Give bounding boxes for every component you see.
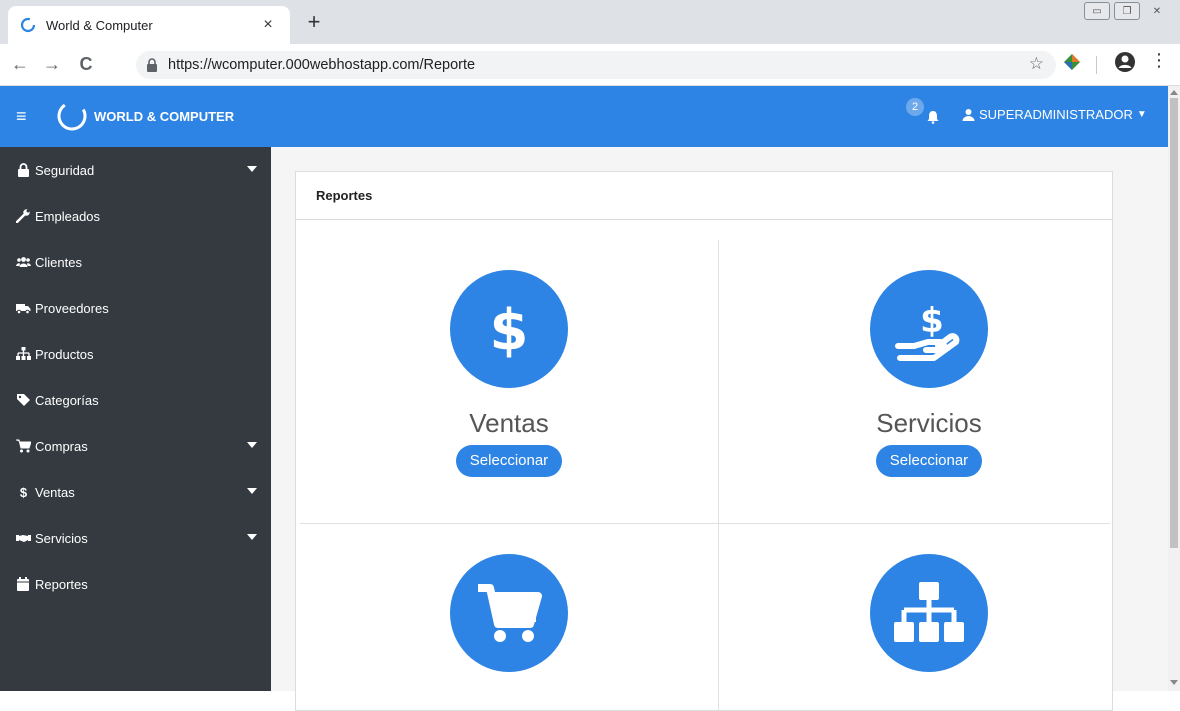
dollar-icon: $	[450, 270, 568, 388]
extension-icon[interactable]	[1062, 52, 1082, 72]
sidebar-item-label: Ventas	[35, 484, 75, 500]
sidebar-item-label: Seguridad	[35, 162, 95, 178]
scroll-up-icon[interactable]	[1170, 90, 1178, 95]
sidebar-item-clientes[interactable]: Clientes	[0, 239, 271, 285]
site-favicon-icon	[20, 17, 36, 33]
chevron-down-icon: ▼	[1136, 109, 1147, 120]
new-tab-button[interactable]: +	[302, 10, 326, 34]
tab-close-icon[interactable]: ×	[258, 16, 278, 34]
chevron-down-icon	[247, 442, 257, 448]
svg-text:$: $	[920, 301, 944, 341]
report-tile-servicios: $ Servicios Seleccionar	[720, 270, 1138, 477]
tile-title: Ventas	[469, 408, 549, 438]
chevron-down-icon	[247, 534, 257, 540]
user-name: SUPERADMINISTRADOR	[979, 107, 1133, 122]
report-tile-compras	[300, 554, 718, 672]
sidebar-item-label: Clientes	[35, 254, 82, 270]
sidebar-item-label: Reportes	[35, 576, 88, 592]
sidebar-item-label: Empleados	[35, 208, 101, 224]
close-window-icon[interactable]: ✕	[1144, 2, 1170, 20]
dollar-icon: $	[19, 484, 28, 500]
main-content: Reportes $ Ventas Seleccionar $ Servicio…	[271, 147, 1168, 711]
sidebar-item-proveedores[interactable]: Proveedores	[0, 285, 271, 331]
user-dropdown[interactable]: SUPERADMINISTRADOR ▼	[962, 107, 1147, 122]
sidebar-item-label: Categorías	[35, 392, 99, 408]
tile-title: Servicios	[876, 408, 982, 438]
lock-icon	[18, 163, 29, 177]
reload-button[interactable]: C	[74, 52, 98, 76]
brand-name[interactable]: WORLD & COMPUTER	[94, 109, 234, 124]
sidebar-item-compras[interactable]: Compras	[0, 423, 271, 469]
tag-icon	[17, 394, 30, 406]
chevron-down-icon	[247, 166, 257, 172]
truck-icon	[16, 304, 31, 315]
brand-logo-icon	[57, 101, 87, 131]
sidebar-item-ventas[interactable]: $ Ventas	[0, 469, 271, 515]
bell-icon	[927, 111, 939, 124]
sitemap-icon	[16, 347, 31, 360]
sitemap-icon	[870, 554, 988, 672]
sidebar-item-label: Compras	[35, 438, 88, 454]
chevron-down-icon	[247, 488, 257, 494]
hand-dollar-icon: $	[870, 270, 988, 388]
minimize-icon[interactable]: ▭	[1084, 2, 1110, 20]
bookmark-star-icon[interactable]: ☆	[1029, 54, 1044, 74]
sidebar-item-reportes[interactable]: Reportes	[0, 561, 271, 607]
tab-title: World & Computer	[46, 17, 153, 33]
url-text: https://wcomputer.000webhostapp.com/Repo…	[168, 57, 476, 73]
browser-menu-icon[interactable]: ⋮	[1150, 50, 1168, 71]
sidebar-item-label: Productos	[35, 346, 94, 362]
sidebar-item-empleados[interactable]: Empleados	[0, 193, 271, 239]
sidebar: Seguridad Empleados Clientes Proveedores…	[0, 147, 271, 691]
notifications-button[interactable]: 2	[906, 98, 942, 132]
reports-card: Reportes $ Ventas Seleccionar $ Servicio…	[295, 171, 1113, 711]
notification-badge: 2	[906, 98, 924, 116]
toolbar-separator	[1096, 56, 1097, 74]
restore-icon[interactable]: ❐	[1114, 2, 1140, 20]
lock-icon	[147, 58, 157, 72]
card-title: Reportes	[296, 172, 1112, 220]
report-tile-ventas: $ Ventas Seleccionar	[300, 270, 718, 477]
sidebar-item-productos[interactable]: Productos	[0, 331, 271, 377]
window-controls: ▭ ❐ ✕	[1084, 2, 1170, 20]
forward-button[interactable]: →	[40, 52, 64, 76]
sidebar-item-label: Proveedores	[35, 300, 109, 316]
scroll-down-icon[interactable]	[1170, 680, 1178, 685]
cart-icon	[450, 554, 568, 672]
cart-icon	[16, 439, 31, 453]
select-servicios-button[interactable]: Seleccionar	[875, 445, 983, 477]
sidebar-item-categorias[interactable]: Categorías	[0, 377, 271, 423]
app-navbar: ≡ WORLD & COMPUTER 2 SUPERADMINISTRADOR …	[0, 86, 1168, 147]
back-button[interactable]: ←	[8, 52, 32, 76]
handshake-icon	[16, 535, 31, 542]
browser-tab[interactable]: World & Computer ×	[8, 6, 290, 44]
sidebar-item-seguridad[interactable]: Seguridad	[0, 147, 271, 193]
address-bar[interactable]: https://wcomputer.000webhostapp.com/Repo…	[136, 51, 1056, 79]
browser-toolbar: ← → C https://wcomputer.000webhostapp.co…	[0, 44, 1180, 86]
report-tile-productos	[720, 554, 1138, 672]
sidebar-item-label: Servicios	[35, 530, 88, 546]
profile-icon[interactable]	[1114, 51, 1136, 73]
user-icon	[962, 109, 975, 121]
hamburger-menu-icon[interactable]: ≡	[16, 106, 27, 127]
users-icon	[16, 257, 31, 267]
sidebar-item-servicios[interactable]: Servicios	[0, 515, 271, 561]
scroll-thumb[interactable]	[1170, 98, 1178, 548]
svg-text:$: $	[490, 298, 529, 361]
tile-divider-vertical	[718, 240, 719, 710]
browser-tab-bar: World & Computer × + ▭ ❐ ✕	[0, 0, 1180, 44]
select-ventas-button[interactable]: Seleccionar	[455, 445, 563, 477]
page-scrollbar[interactable]	[1168, 86, 1180, 691]
tile-divider-horizontal	[300, 523, 1110, 524]
wrench-icon	[16, 209, 30, 223]
calendar-icon	[17, 577, 29, 591]
